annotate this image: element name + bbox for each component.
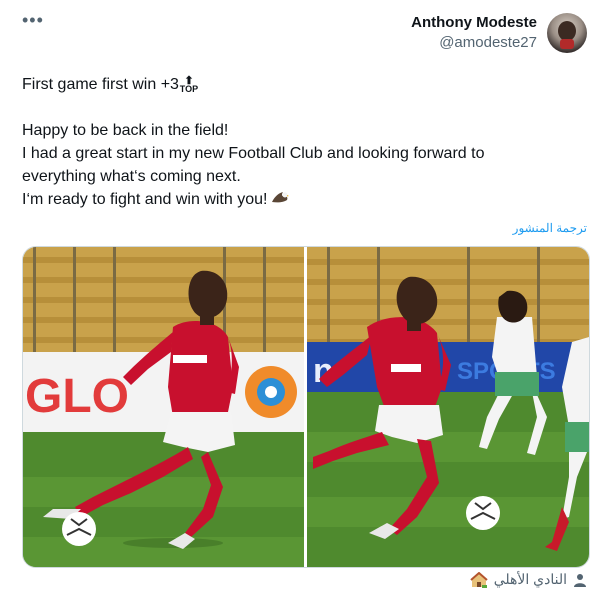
media-grid: GLO n [22,246,590,568]
tweet-line-3: I had a great start in my new Football C… [22,145,485,162]
avatar[interactable] [547,13,587,53]
tagged-user-label[interactable]: النادي الأهلي [494,571,567,588]
tagged-users[interactable]: النادي الأهلي [470,571,587,588]
author-handle[interactable]: @amodeste27 [411,34,537,51]
translate-post-link[interactable]: ترجمة المنشور [513,221,587,235]
tweet-card: ••• Anthony Modeste @amodeste27 First ga… [0,0,609,609]
tweet-line-1: First game first win +3 ⬆ TOP [22,75,199,94]
tweet-line-5: I‘m ready to fight and win with you! [22,188,582,211]
author-block[interactable]: Anthony Modeste @amodeste27 [411,14,537,51]
house-emoji [470,571,488,588]
photo-1[interactable]: GLO [23,247,304,567]
tweet-text: First game first win +3 ⬆ TOP Happy to be … [22,73,582,211]
author-name[interactable]: Anthony Modeste [411,14,537,31]
photo-2[interactable]: n SPORTS [307,247,589,567]
top-arrow-emoji: ⬆ TOP [179,75,199,94]
more-options-button[interactable]: ••• [22,10,44,31]
tweet-line-2: Happy to be back in the field! [22,122,229,139]
svg-text:GLO: GLO [25,370,129,423]
user-icon [574,573,586,587]
tweet-line-4: everything what‘s coming next. [22,168,241,185]
eagle-emoji [272,192,290,203]
